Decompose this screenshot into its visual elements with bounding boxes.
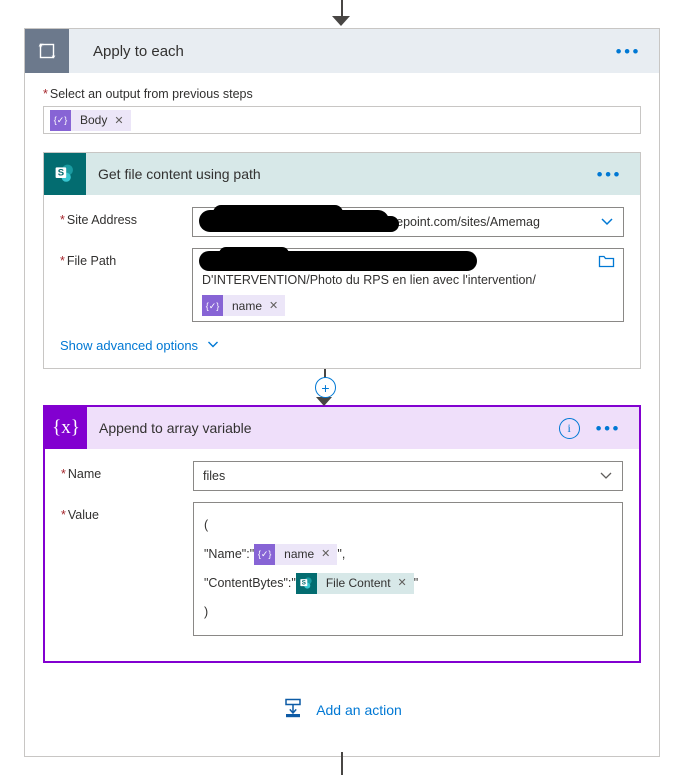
required-marker: * (60, 213, 65, 227)
close-icon[interactable]: ✕ (114, 114, 123, 127)
value-line-3-suffix: " (413, 576, 419, 590)
variable-name-row: * Name files (61, 461, 623, 491)
token-chip-label: File Content (325, 576, 391, 591)
value-line-3-prefix: "ContentBytes":" (204, 576, 296, 590)
file-path-label-text: File Path (66, 254, 117, 268)
required-marker: * (43, 87, 48, 101)
apply-to-each-menu-button[interactable]: ••• (616, 43, 659, 60)
variable-glyph: {x} (52, 417, 80, 438)
site-address-label: * Site Address (60, 207, 192, 227)
file-path-value-line: D'INTERVENTION/Photo du RPS en lien avec… (202, 273, 536, 287)
token-chip-label: name (232, 298, 263, 313)
arrow-down-icon (316, 397, 332, 406)
append-to-array-variable-menu-button[interactable]: ••• (596, 420, 639, 437)
site-address-value: arepoint.com/sites/Amemag (385, 215, 540, 229)
site-address-label-text: Site Address (66, 213, 138, 227)
value-line-3: "ContentBytes":" S File Content ✕ " (204, 569, 612, 598)
sharepoint-icon: S (44, 153, 86, 195)
sharepoint-icon: S (295, 573, 317, 595)
insert-step-button[interactable]: + (315, 377, 336, 398)
variable-value-row: * Value ( "Name":" {✓} name ✕ ", "ContentByte… (61, 502, 623, 636)
site-address-input[interactable]: arepoint.com/sites/Amemag (192, 205, 624, 237)
token-chip-body[interactable]: {✓} Body ✕ (50, 109, 131, 131)
get-file-content-title: Get file content using path (98, 166, 261, 182)
token-chip-label-wrap: Body ✕ (71, 109, 131, 131)
get-file-content-menu-button[interactable]: ••• (597, 166, 640, 183)
token-chip-name[interactable]: {✓} name ✕ (254, 544, 338, 566)
close-icon[interactable]: ✕ (398, 569, 407, 598)
close-icon[interactable]: ✕ (321, 540, 330, 569)
get-file-content-card: S Get file content using path ••• * Site … (43, 152, 641, 369)
variable-value-input[interactable]: ( "Name":" {✓} name ✕ ", "ContentBytes":" S Fi… (193, 502, 623, 636)
value-line-2-prefix: "Name":" (204, 547, 255, 561)
expression-icon: {✓} (254, 544, 276, 566)
show-advanced-options-link[interactable]: Show advanced options (60, 337, 220, 354)
plus-icon: + (321, 379, 330, 396)
file-path-token-wrap: {✓} name ✕ (202, 295, 589, 316)
select-output-label: * Select an output from previous steps (43, 87, 641, 101)
apply-to-each-header[interactable]: Apply to each ••• (25, 29, 659, 73)
loop-icon (25, 29, 69, 73)
chevron-down-icon[interactable] (599, 213, 615, 232)
card-connector-region: + (43, 369, 641, 406)
close-icon[interactable]: ✕ (269, 297, 278, 315)
variable-value-label: * Value (61, 502, 193, 522)
get-file-content-header[interactable]: S Get file content using path ••• (44, 153, 640, 195)
select-output-label-text: Select an output from previous steps (49, 87, 253, 101)
select-output-input[interactable]: {✓} Body ✕ (43, 106, 641, 134)
chevron-down-icon (206, 337, 220, 354)
token-chip-file-content[interactable]: S File Content ✕ (295, 573, 414, 595)
value-line-4: ) (204, 605, 209, 619)
variable-icon: {x} (45, 407, 87, 449)
token-chip-label-wrap: File Content ✕ (316, 573, 414, 595)
variable-name-value: files (203, 469, 226, 483)
token-chip-label: Body (80, 113, 108, 127)
arrow-down-icon (332, 16, 350, 26)
info-glyph: i (567, 420, 571, 435)
add-an-action[interactable]: Add an action (43, 697, 641, 738)
svg-text:S: S (58, 167, 64, 178)
variable-name-select[interactable]: files (193, 461, 623, 491)
chevron-down-icon[interactable] (598, 467, 614, 486)
required-marker: * (61, 467, 66, 481)
file-path-label: * File Path (60, 248, 192, 268)
value-line-2: "Name":" {✓} name ✕ ", (204, 540, 612, 569)
variable-value-content: ( "Name":" {✓} name ✕ ", "ContentBytes":" S Fi… (194, 503, 622, 635)
apply-to-each-container: Apply to each ••• * Select an output from… (24, 28, 660, 757)
variable-name-label: * Name (61, 461, 193, 481)
connector-line-bottom (341, 752, 343, 775)
value-line-1: ( (204, 518, 209, 532)
token-chip-name[interactable]: {✓} name ✕ (202, 295, 286, 316)
info-icon[interactable]: i (558, 417, 580, 439)
folder-open-icon[interactable] (598, 253, 615, 273)
append-to-array-variable-body: * Name files * Value ("Name":" {✓} name… (45, 449, 639, 661)
show-advanced-options-label: Show advanced options (60, 338, 199, 353)
file-path-input[interactable]: D'INTERVENTION/Photo du RPS en lien avec… (192, 247, 624, 322)
get-file-content-body: *Site Address arepoint.com/sites/Amemag (44, 195, 640, 368)
token-chip-label-wrap: name ✕ (223, 295, 286, 316)
token-chip-label-wrap: name ✕ (275, 544, 338, 566)
required-marker: * (61, 508, 66, 522)
variable-value-label-text: Value (67, 508, 99, 522)
variable-name-label-text: Name (67, 467, 102, 481)
file-path-row: * File Path D'INTERVENTION/Photo du RPS e… (60, 247, 624, 322)
file-path-content: D'INTERVENTION/Photo du RPS en lien avec… (193, 249, 623, 321)
site-address-row: * Site Address arepoint.com/sites/Amemag (60, 205, 624, 237)
value-line-2-suffix: ", (337, 547, 346, 561)
expression-icon: {✓} (202, 295, 223, 316)
expression-icon: {✓} (50, 109, 71, 131)
append-to-array-variable-card: {x} Append to array variable i ••• * Name… (43, 405, 641, 663)
apply-to-each-title: Apply to each (93, 42, 184, 60)
append-to-array-variable-header[interactable]: {x} Append to array variable i ••• (45, 407, 639, 449)
svg-text:S: S (302, 580, 306, 587)
token-chip-label: name (284, 547, 315, 562)
append-to-array-variable-title: Append to array variable (99, 420, 252, 436)
add-an-action-label: Add an action (316, 701, 402, 718)
required-marker: * (60, 254, 65, 268)
apply-to-each-body: * Select an output from previous steps {✓… (25, 73, 659, 756)
add-action-icon (282, 697, 304, 722)
